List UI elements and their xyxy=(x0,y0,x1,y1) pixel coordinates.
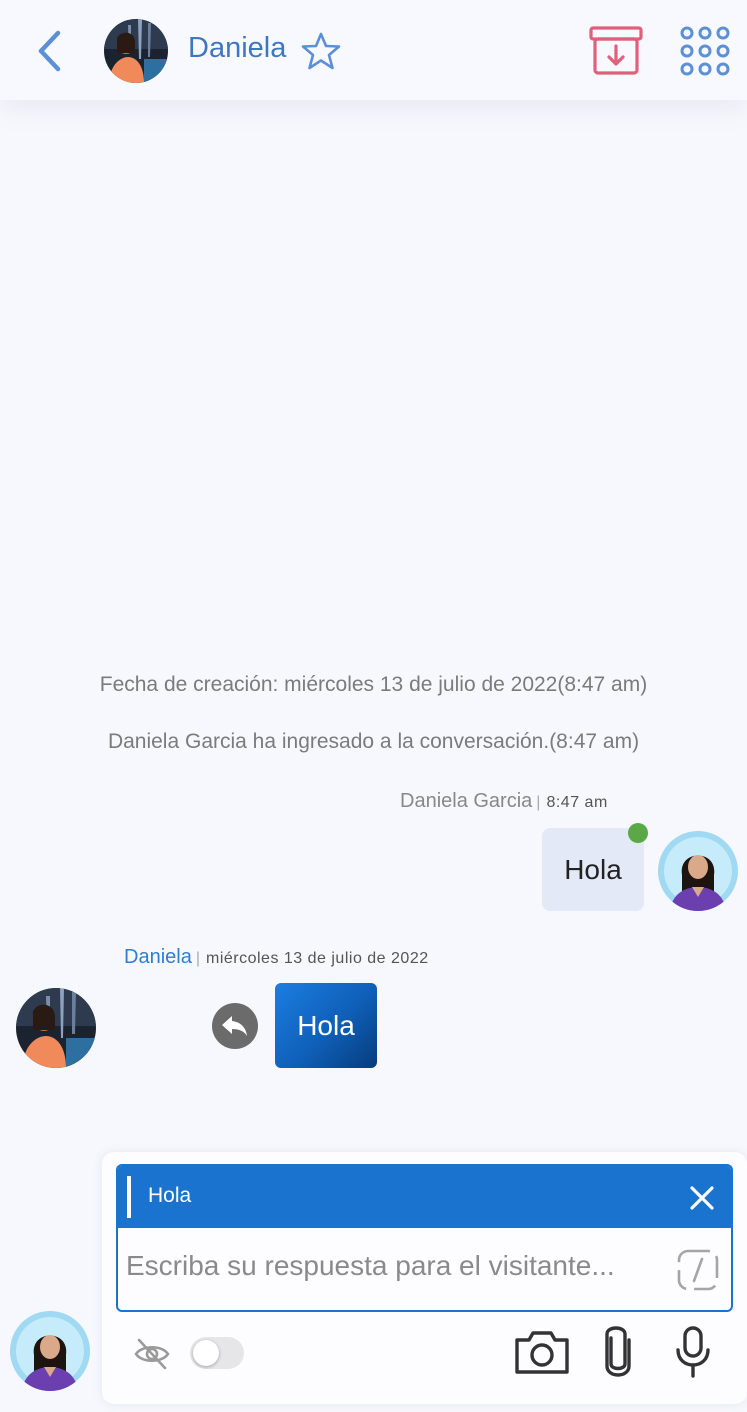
composer-input-frame: Hola xyxy=(116,1164,733,1312)
chat-header: Daniela xyxy=(0,0,747,100)
joined-notice: Daniela Garcia ha ingresado a la convers… xyxy=(107,730,640,753)
creation-notice: Fecha de creación: miércoles 13 de julio… xyxy=(99,673,648,696)
close-icon xyxy=(690,1186,714,1210)
contact-name[interactable]: Daniela xyxy=(188,32,286,65)
outgoing-message-meta: Daniela Garcia | 8:47 am xyxy=(400,790,608,813)
visitor-avatar xyxy=(16,988,96,1068)
meta-separator: | xyxy=(536,794,541,811)
incoming-message-bubble[interactable]: Hola xyxy=(275,983,377,1068)
incoming-message-meta: Daniela | miércoles 13 de julio de 2022 xyxy=(124,946,429,969)
star-outline-icon xyxy=(301,32,341,70)
voice-message-button[interactable] xyxy=(672,1324,714,1380)
reply-preview-bar: Hola xyxy=(118,1166,731,1228)
message-composer: Hola xyxy=(102,1152,747,1404)
toggle-knob xyxy=(193,1340,219,1366)
message-input[interactable] xyxy=(126,1236,666,1296)
cancel-reply-button[interactable] xyxy=(688,1184,716,1212)
incoming-date: miércoles 13 de julio de 2022 xyxy=(205,950,429,967)
reply-preview-text: Hola xyxy=(148,1184,192,1207)
microphone-icon xyxy=(676,1326,710,1378)
camera-button[interactable] xyxy=(512,1326,572,1378)
reply-arrow-icon xyxy=(222,1016,247,1036)
chevron-left-icon xyxy=(38,30,61,72)
online-status-dot xyxy=(628,823,648,843)
composer-agent-avatar xyxy=(10,1311,90,1391)
archive-button[interactable] xyxy=(588,25,644,77)
eye-off-icon xyxy=(134,1338,170,1370)
back-button[interactable] xyxy=(30,26,70,76)
outgoing-sender: Daniela Garcia xyxy=(400,790,533,812)
outgoing-message-bubble[interactable]: Hola xyxy=(542,828,644,911)
outgoing-time: 8:47 am xyxy=(546,794,608,811)
incoming-sender[interactable]: Daniela xyxy=(124,946,192,968)
meta-separator: | xyxy=(195,950,200,967)
private-note-toggle[interactable] xyxy=(190,1337,244,1369)
slash-command-icon xyxy=(677,1249,719,1291)
camera-icon xyxy=(515,1331,569,1374)
agent-avatar xyxy=(658,831,738,911)
grid-dots-icon xyxy=(680,26,730,76)
favorite-button[interactable] xyxy=(300,31,342,71)
reply-button[interactable] xyxy=(212,1003,258,1049)
contact-avatar[interactable] xyxy=(104,19,168,83)
private-note-visibility-button[interactable] xyxy=(132,1334,172,1374)
reply-preview-accent xyxy=(127,1176,131,1218)
attach-file-button[interactable] xyxy=(597,1324,639,1380)
archive-download-icon xyxy=(589,26,643,75)
quick-replies-button[interactable] xyxy=(676,1248,720,1292)
apps-menu-button[interactable] xyxy=(678,24,732,78)
paperclip-icon xyxy=(605,1326,631,1377)
